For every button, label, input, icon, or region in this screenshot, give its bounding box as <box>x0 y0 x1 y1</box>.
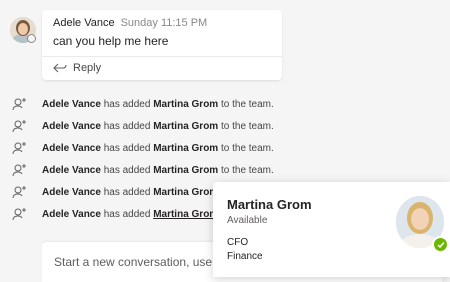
presence-available-indicator <box>432 236 449 253</box>
person-add-icon <box>12 98 26 111</box>
system-event-row: Adele Vance has added Martina Grom to th… <box>0 117 450 137</box>
person-add-icon <box>12 120 26 133</box>
system-event-row: Adele Vance has added Martina Grom to th… <box>0 95 450 115</box>
event-target[interactable]: Martina Grom <box>153 143 218 154</box>
event-action: has added <box>100 121 154 132</box>
event-actor[interactable]: Adele Vance <box>42 209 101 220</box>
event-action: has added <box>100 187 154 198</box>
message-divider <box>42 56 282 57</box>
person-add-icon <box>12 208 26 221</box>
event-suffix: to the team. <box>218 121 274 132</box>
message-author[interactable]: Adele Vance <box>53 17 115 29</box>
event-action: has added <box>100 165 154 176</box>
event-target[interactable]: Martina Grom <box>153 121 218 132</box>
event-suffix: to the team. <box>218 143 274 154</box>
profile-status: Available <box>227 215 268 226</box>
event-action: has added <box>100 143 154 154</box>
event-action: has added <box>100 209 154 220</box>
profile-job-title: CFO <box>227 237 249 248</box>
event-actor[interactable]: Adele Vance <box>42 165 101 176</box>
event-actor[interactable]: Adele Vance <box>42 99 101 110</box>
system-event-text: Adele Vance has added Martina Grom to th… <box>42 143 274 154</box>
reply-arrow-icon <box>53 63 67 73</box>
system-event-text: Adele Vance has added Martina Grom to th… <box>42 121 274 132</box>
person-add-icon <box>12 186 26 199</box>
event-action: has added <box>100 99 154 110</box>
reply-label: Reply <box>73 62 102 74</box>
event-actor[interactable]: Adele Vance <box>42 143 101 154</box>
profile-card: Martina Grom Available CFO Finance <box>213 182 450 277</box>
event-suffix: to the team. <box>218 99 274 110</box>
person-add-icon <box>12 142 26 155</box>
compose-placeholder: Start a new conversation, use @ <box>54 255 228 269</box>
event-target[interactable]: Martina Grom <box>153 99 218 110</box>
system-event-row: Adele Vance has added Martina Grom to th… <box>0 139 450 159</box>
system-event-text: Adele Vance has added Martina Grom to th… <box>42 99 274 110</box>
profile-department: Finance <box>227 251 263 262</box>
profile-name[interactable]: Martina Grom <box>227 197 312 212</box>
message-timestamp: Sunday 11:15 PM <box>120 17 208 29</box>
event-target[interactable]: Martina Grom <box>153 165 218 176</box>
person-add-icon <box>12 164 26 177</box>
presence-away-indicator <box>27 34 36 43</box>
event-actor[interactable]: Adele Vance <box>42 187 101 198</box>
message-header: Adele Vance Sunday 11:15 PM <box>53 17 207 29</box>
checkmark-icon <box>436 241 445 248</box>
message-body: can you help me here <box>53 34 169 48</box>
system-event-row: Adele Vance has added Martina Grom to th… <box>0 161 450 181</box>
event-target[interactable]: Martina Grom <box>153 209 218 220</box>
reply-button[interactable]: Reply <box>53 62 101 74</box>
event-target[interactable]: Martina Grom <box>153 187 218 198</box>
event-suffix: to the team. <box>218 165 274 176</box>
event-actor[interactable]: Adele Vance <box>42 121 101 132</box>
message-card: Adele Vance Sunday 11:15 PM can you help … <box>42 10 282 80</box>
system-event-text: Adele Vance has added Martina Grom to th… <box>42 165 274 176</box>
